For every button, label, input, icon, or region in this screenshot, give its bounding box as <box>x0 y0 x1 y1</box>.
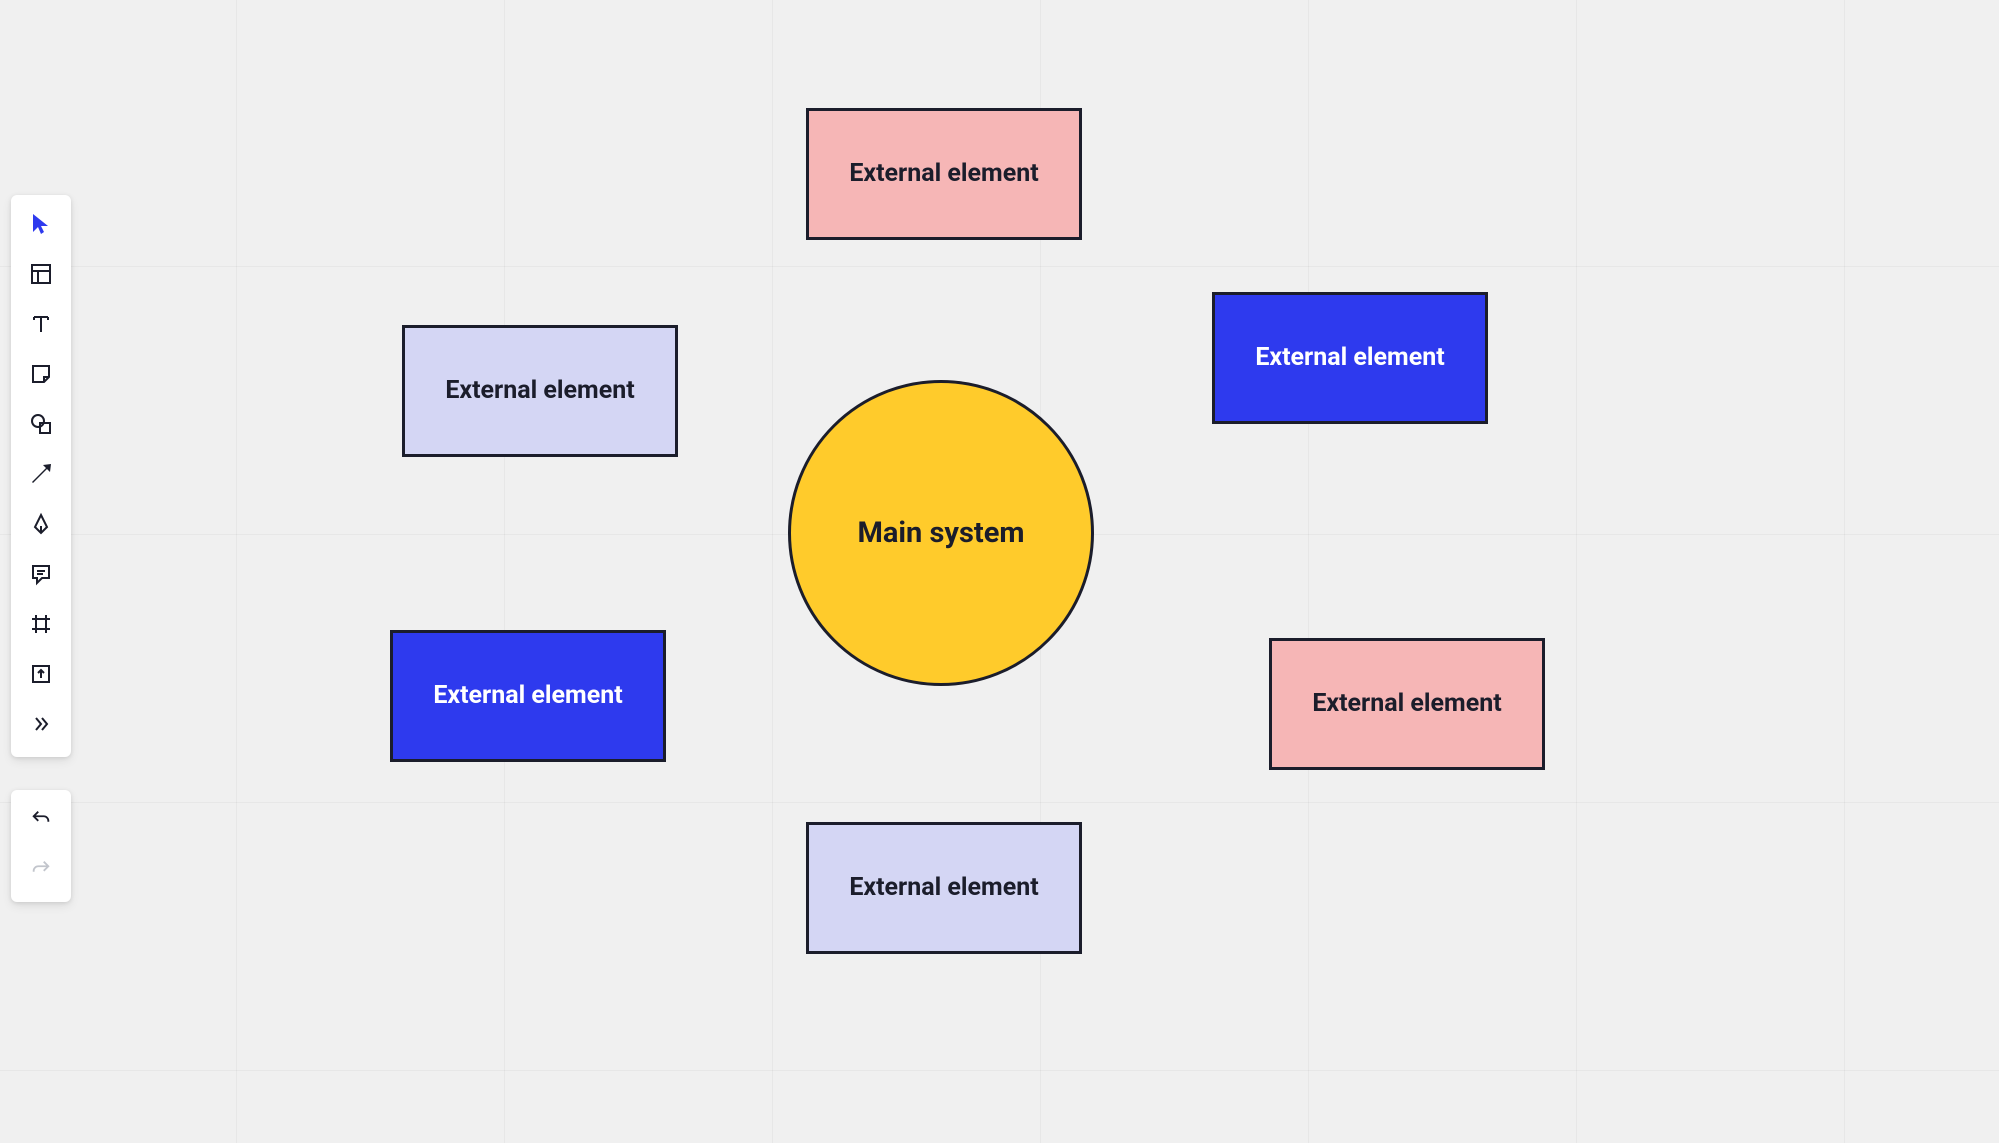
arrow-icon <box>29 462 53 490</box>
diagram-node-ext-top[interactable]: External element <box>806 108 1082 240</box>
sticky-note-icon <box>29 362 53 390</box>
shape-icon <box>29 412 53 440</box>
sticky-note-tool[interactable] <box>19 354 63 398</box>
select-tool[interactable] <box>19 204 63 248</box>
node-label: External element <box>435 371 644 410</box>
shape-tool[interactable] <box>19 404 63 448</box>
diagram-node-ext-bottom-left[interactable]: External element <box>390 630 666 762</box>
diagram-node-ext-top-right[interactable]: External element <box>1212 292 1488 424</box>
cursor-icon <box>29 212 53 240</box>
node-label: External element <box>839 868 1048 907</box>
hash-frame-icon <box>29 612 53 640</box>
history-toolbar <box>11 790 71 902</box>
frame-icon <box>29 262 53 290</box>
arrow-tool[interactable] <box>19 454 63 498</box>
toolbar <box>11 195 71 757</box>
node-label: External element <box>423 676 632 715</box>
pen-icon <box>29 512 53 540</box>
diagram-node-main[interactable]: Main system <box>788 380 1094 686</box>
diagram-node-ext-top-left[interactable]: External element <box>402 325 678 457</box>
diagram-node-ext-bottom-right[interactable]: External element <box>1269 638 1545 770</box>
undo-button[interactable] <box>19 799 63 843</box>
upload-icon <box>29 662 53 690</box>
node-label: External element <box>1302 684 1511 723</box>
redo-icon <box>30 858 52 884</box>
node-label: External element <box>1245 338 1454 377</box>
comment-tool[interactable] <box>19 554 63 598</box>
text-tool[interactable] <box>19 304 63 348</box>
node-label: Main system <box>847 511 1034 555</box>
chevron-right-icon <box>29 712 53 740</box>
frame-tool[interactable] <box>19 254 63 298</box>
more-tools[interactable] <box>19 704 63 748</box>
text-icon <box>29 312 53 340</box>
diagram-node-ext-bottom[interactable]: External element <box>806 822 1082 954</box>
undo-icon <box>30 808 52 834</box>
pen-tool[interactable] <box>19 504 63 548</box>
comment-icon <box>29 562 53 590</box>
frame-area-tool[interactable] <box>19 604 63 648</box>
diagram-canvas[interactable]: Main system External element External elem… <box>0 0 1999 1143</box>
node-label: External element <box>839 154 1048 193</box>
redo-button[interactable] <box>19 849 63 893</box>
upload-tool[interactable] <box>19 654 63 698</box>
